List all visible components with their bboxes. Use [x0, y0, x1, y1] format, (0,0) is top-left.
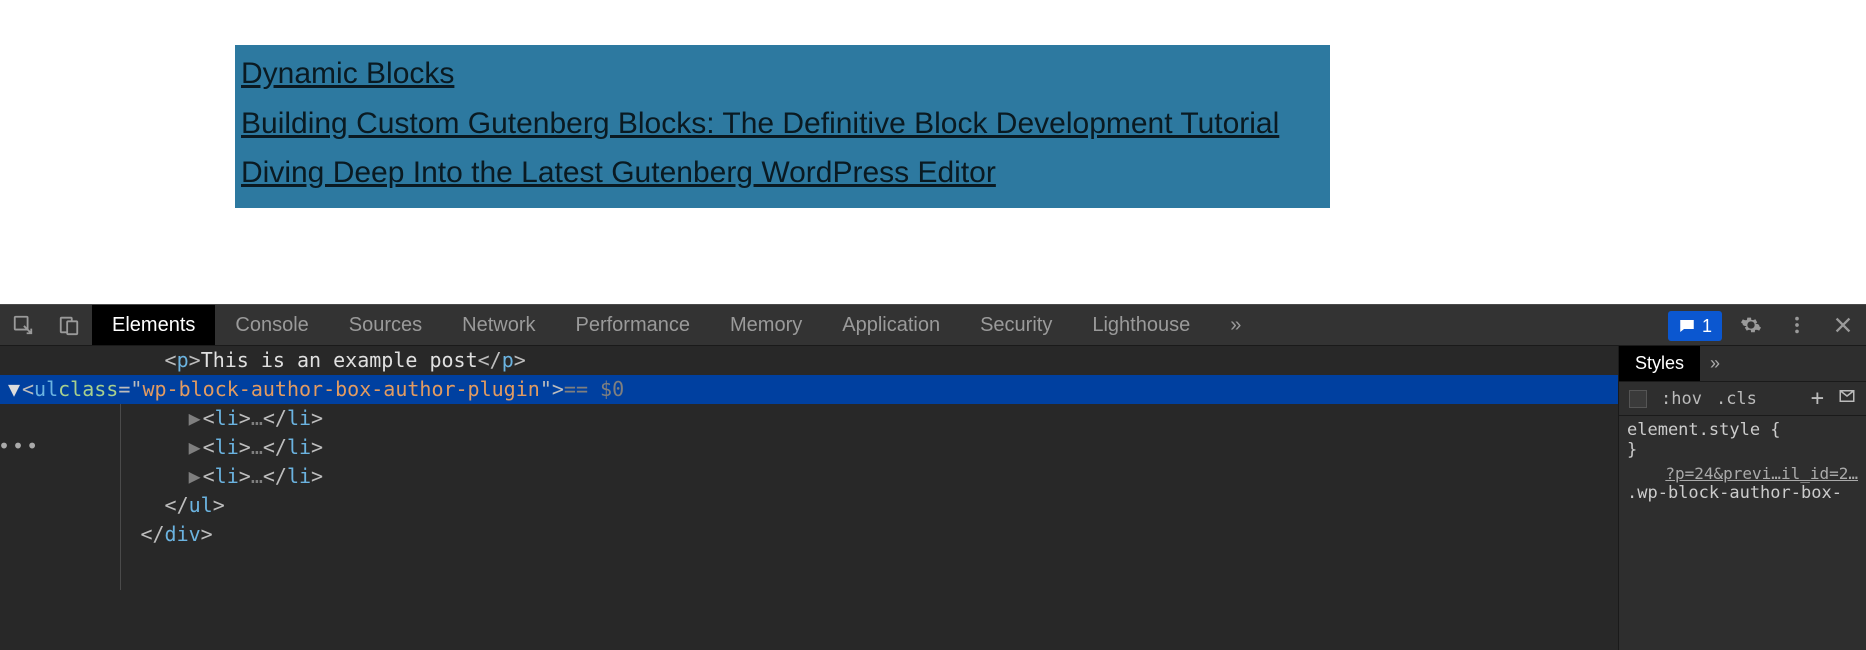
dom-line[interactable]: </div> — [0, 520, 1618, 549]
tab-security[interactable]: Security — [960, 305, 1072, 345]
device-toolbar-icon[interactable] — [46, 305, 92, 345]
settings-icon[interactable] — [1728, 305, 1774, 345]
tabs-overflow[interactable]: » — [1210, 305, 1261, 345]
styles-sidebar: Styles » :hov .cls + element.style { } ?… — [1618, 346, 1866, 650]
dom-line[interactable]: ▶<li>…</li> — [0, 433, 1618, 462]
tab-elements[interactable]: Elements — [92, 305, 215, 345]
post-link[interactable]: Dynamic Blocks — [241, 57, 454, 90]
list-item: Dynamic Blocks — [235, 49, 1330, 99]
list-item: Diving Deep Into the Latest Gutenberg Wo… — [235, 148, 1330, 198]
dom-line[interactable]: ▶<li>…</li> — [0, 404, 1618, 433]
filter-swatch[interactable] — [1629, 390, 1647, 408]
devtools-body: ••• <p>This is an example post</p> ▼<ul … — [0, 346, 1866, 650]
tab-performance[interactable]: Performance — [556, 305, 711, 345]
styles-tabs-overflow[interactable]: » — [1700, 346, 1730, 381]
styles-tab[interactable]: Styles — [1619, 346, 1700, 381]
tab-console[interactable]: Console — [215, 305, 328, 345]
dom-line[interactable]: ▶<li>…</li> — [0, 462, 1618, 491]
hov-toggle[interactable]: :hov — [1661, 389, 1702, 409]
context-menu-icon[interactable]: ••• — [0, 432, 40, 461]
tab-network[interactable]: Network — [442, 305, 555, 345]
tab-memory[interactable]: Memory — [710, 305, 822, 345]
author-plugin-block: Dynamic Blocks Building Custom Gutenberg… — [235, 45, 1330, 208]
tab-sources[interactable]: Sources — [329, 305, 442, 345]
tab-lighthouse[interactable]: Lighthouse — [1072, 305, 1210, 345]
close-icon[interactable] — [1820, 305, 1866, 345]
styles-rules[interactable]: element.style { } ?p=24&previ…il_id=2… .… — [1619, 416, 1866, 650]
cls-toggle[interactable]: .cls — [1716, 389, 1757, 409]
new-style-rule-icon[interactable]: + — [1811, 386, 1824, 411]
devtools-tabstrip: Elements Console Sources Network Perform… — [0, 304, 1866, 346]
rendered-page: Dynamic Blocks Building Custom Gutenberg… — [0, 0, 1866, 304]
element-style-rule[interactable]: element.style { } — [1627, 420, 1858, 460]
devtools-panel: Elements Console Sources Network Perform… — [0, 304, 1866, 650]
styles-tabstrip: Styles » — [1619, 346, 1866, 382]
dom-line[interactable]: <p>This is an example post</p> — [0, 346, 1618, 375]
post-link[interactable]: Building Custom Gutenberg Blocks: The De… — [241, 107, 1279, 140]
post-link[interactable]: Diving Deep Into the Latest Gutenberg Wo… — [241, 156, 996, 189]
stylesheet-source-link[interactable]: ?p=24&previ…il_id=2… — [1627, 464, 1858, 483]
tab-application[interactable]: Application — [822, 305, 960, 345]
elements-dom-tree[interactable]: ••• <p>This is an example post</p> ▼<ul … — [0, 346, 1618, 650]
computed-panel-icon[interactable] — [1838, 387, 1856, 410]
inspect-element-icon[interactable] — [0, 305, 46, 345]
css-selector[interactable]: .wp-block-author-box- — [1627, 483, 1858, 503]
issues-count: 1 — [1702, 316, 1712, 337]
dom-line-selected[interactable]: ▼<ul class="wp-block-author-box-author-p… — [0, 375, 1618, 404]
list-item: Building Custom Gutenberg Blocks: The De… — [235, 99, 1330, 149]
styles-toolbar: :hov .cls + — [1619, 382, 1866, 416]
issues-button[interactable]: 1 — [1668, 311, 1722, 341]
kebab-menu-icon[interactable] — [1774, 305, 1820, 345]
dom-line[interactable]: </ul> — [0, 491, 1618, 520]
